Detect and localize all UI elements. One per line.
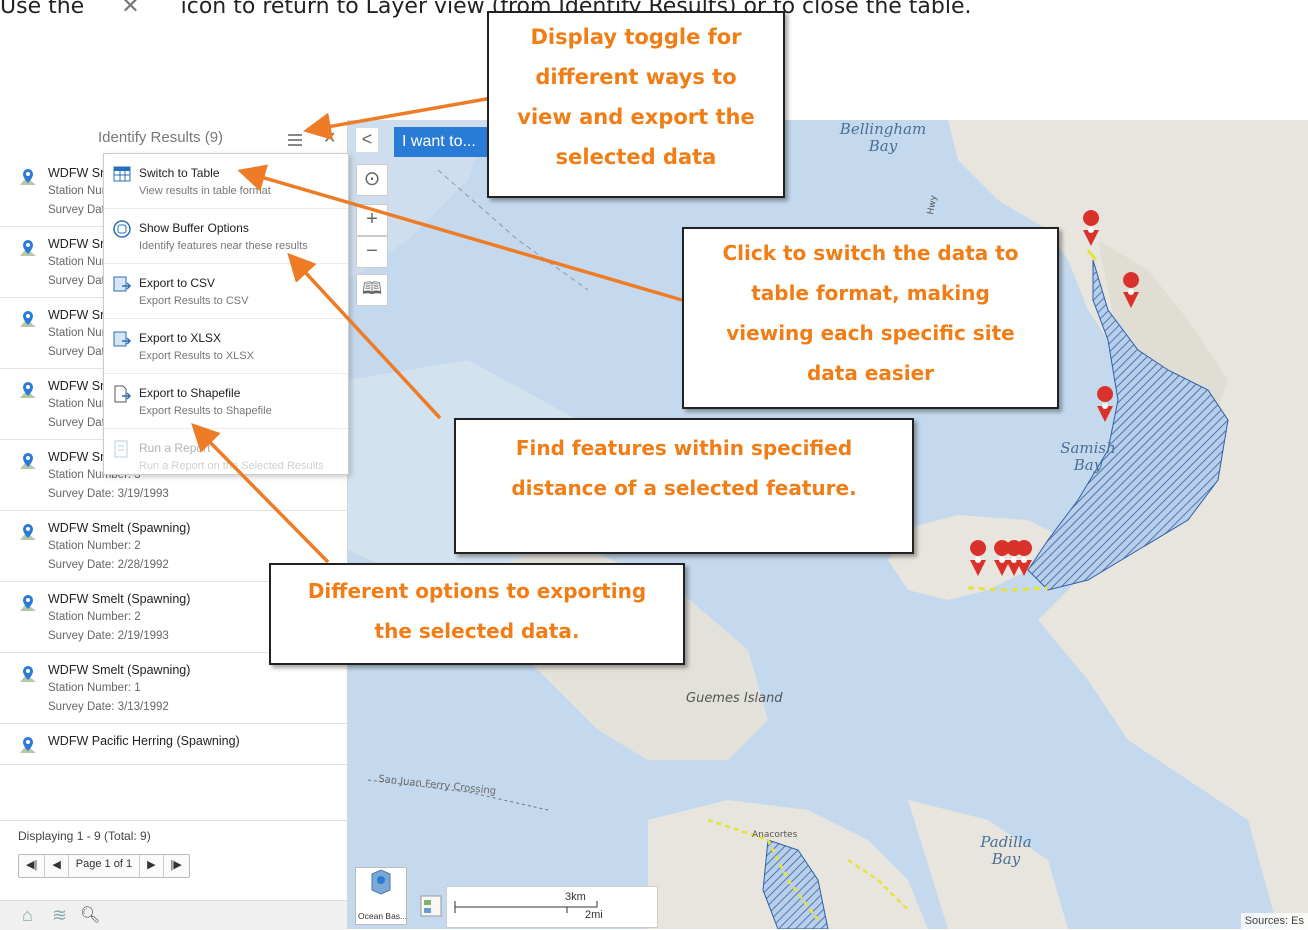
minus-icon: − [366,240,378,262]
panel-title: Identify Results (9) [98,129,224,146]
menu-item-description: Identify features near these results [139,240,308,252]
map-label-guemes-island: Guemes Island [686,691,783,706]
identify-icon[interactable]: 🔍︎ [80,905,100,925]
bottom-tab-bar: ⌂ ≋ 🔍︎ [0,900,347,930]
menu-item-show-buffer-options[interactable]: Show Buffer Options Identify features nea… [104,209,348,264]
prev-page-button[interactable]: ◀ [45,855,69,877]
menu-item-export-to-csv[interactable]: Export to CSV Export Results to CSV [104,264,348,319]
panel-footer: Displaying 1 - 9 (Total: 9) ◀| ◀ Page 1 … [0,820,347,878]
callout-export: Different options to exporting the selec… [269,563,685,665]
result-item[interactable]: WDFW Pacific Herring (Spawning) [0,724,347,765]
basemap-switcher-button[interactable]: Ocean Bas... [355,867,407,925]
plus-icon: + [366,208,378,230]
feature-pin-icon [20,595,36,611]
scale-mi-label: 2mi [585,909,603,921]
result-date: Survey Date: 2/19/1993 [48,630,169,642]
menu-item-run-a-report[interactable]: Run a Report Run a Report on the Selected… [104,429,348,483]
panel-header: Identify Results (9) ✕ [0,120,347,156]
result-title: WDFW Smelt (Spawning) [48,663,191,677]
zoom-in-button[interactable]: + [356,204,388,236]
callout-buffer: Find features within specified distance … [454,418,914,554]
feature-pin-icon [20,311,36,327]
feature-pin-icon [20,169,36,185]
menu-item-label: Export to CSV [139,276,216,290]
menu-item-description: Run a Report on the Selected Results [139,460,324,472]
csv-export-icon [113,276,132,292]
locate-icon: ⊙ [363,168,381,190]
menu-item-label: Export to Shapefile [139,386,241,400]
layers-icon[interactable]: ≋ [52,905,67,926]
callout-display-toggle: Display toggle for different ways to vie… [487,11,785,198]
scale-km-label: 3km [565,891,586,903]
menu-item-label: Show Buffer Options [139,221,249,235]
menu-item-description: Export Results to XLSX [139,350,254,362]
result-date: Survey Date: 3/13/1992 [48,701,169,713]
pager: ◀| ◀ Page 1 of 1 ▶ |▶ [18,854,190,878]
attribution: Sources: Es [1240,913,1308,929]
page-indicator: Page 1 of 1 [69,855,141,877]
result-title: WDFW Smelt (Spawning) [48,521,191,535]
i-want-to-button[interactable]: I want to... [394,127,502,157]
feature-pin-icon [20,737,36,753]
report-icon [114,440,128,458]
last-page-button[interactable]: |▶ [164,855,189,877]
legend-button[interactable] [418,890,444,920]
result-title: WDFW Smelt (Spawning) [48,592,191,606]
home-icon[interactable]: ⌂ [22,905,33,926]
display-toggle-menu-icon[interactable] [288,134,302,146]
feature-pin-icon [20,666,36,682]
basemap-icon [371,869,391,895]
basemap-label: Ocean Bas... [358,911,408,921]
shapefile-export-icon [114,385,132,403]
menu-item-export-to-shapefile[interactable]: Export to Shapefile Export Results to Sha… [104,374,348,429]
first-page-button[interactable]: ◀| [19,855,46,877]
feature-pin-icon [20,240,36,256]
feature-pin-icon [20,382,36,398]
map-label-anacortes: Anacortes [752,830,798,840]
book-icon: 🕮 [361,279,383,298]
result-title: WDFW Pacific Herring (Spawning) [48,734,240,748]
callout-switch-table: Click to switch the data to table format… [682,227,1059,409]
result-station: Station Number: 2 [48,540,141,552]
feature-pin-icon [20,524,36,540]
result-date: Survey Date: 2/28/1992 [48,559,169,571]
result-station: Station Number: 1 [48,682,141,694]
instruction-text: Use the ✕ icon to return to Layer view (… [0,0,972,19]
table-icon [113,166,131,182]
locate-button[interactable]: ⊙ [356,164,388,196]
menu-item-description: View results in table format [139,185,271,197]
map-label-samish-bay: Samish Bay [1060,439,1116,474]
map-label-bellingham-bay: Bellingham Bay [839,120,927,155]
feature-pin-icon [20,453,36,469]
menu-item-switch-to-table[interactable]: Switch to Table View results in table for… [104,154,348,209]
instruction-prefix: Use the [0,0,85,19]
menu-item-label: Export to XLSX [139,331,222,345]
bookmarks-button[interactable]: 🕮 [356,274,388,306]
menu-item-description: Export Results to CSV [139,295,249,307]
zoom-out-button[interactable]: − [356,236,388,268]
result-station: Station Number: 2 [48,611,141,623]
display-count: Displaying 1 - 9 (Total: 9) [18,829,151,843]
menu-item-export-to-xlsx[interactable]: Export to XLSX Export Results to XLSX [104,319,348,374]
collapse-panel-button[interactable]: < [356,128,378,152]
result-date: Survey Date: 3/19/1993 [48,488,169,500]
menu-item-label: Run a Report [139,441,211,455]
menu-item-description: Export Results to Shapefile [139,405,272,417]
close-icon: ✕ [121,0,140,19]
next-page-button[interactable]: ▶ [140,855,164,877]
legend-icon [420,895,442,917]
buffer-icon [113,220,131,238]
close-panel-button[interactable]: ✕ [323,128,336,148]
scale-bar: 3km 2mi [446,886,658,928]
map-label-padilla-bay: Padilla Bay [980,833,1032,868]
menu-item-label: Switch to Table [139,166,220,180]
xlsx-export-icon [113,331,132,347]
display-options-menu: Switch to Table View results in table for… [103,153,349,475]
